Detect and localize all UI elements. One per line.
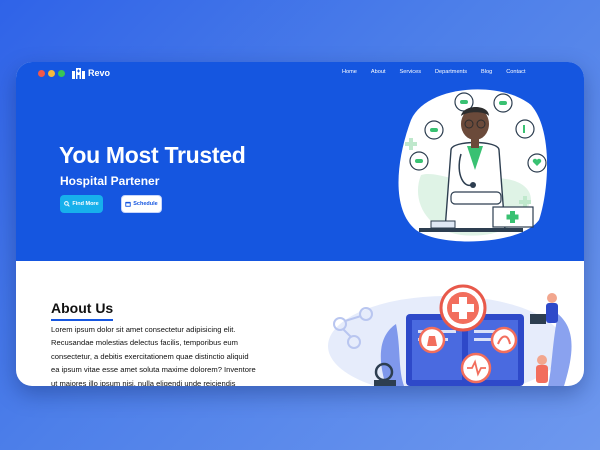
about-line: ea ipsum vitae esse amet soluta maxime d… <box>51 365 256 375</box>
brand-name: Revo <box>88 68 111 78</box>
about-title-underline <box>51 319 113 321</box>
find-more-label: Find More <box>72 201 99 207</box>
about-line: consectetur, a debitis exercitationem qu… <box>51 351 249 361</box>
about-text: Lorem ipsum dolor sit amet consectetur a… <box>51 323 301 386</box>
maximize-dot[interactable] <box>58 70 65 77</box>
brand-logo[interactable]: Revo <box>72 67 110 79</box>
about-line: Recusandae molestias delectus facilis, t… <box>51 338 238 348</box>
hero-subtitle: Hospital Partener <box>60 174 160 188</box>
hospital-building-icon <box>72 68 85 79</box>
nav-about[interactable]: About <box>371 69 386 75</box>
schedule-label: Schedule <box>133 201 158 207</box>
doctor-illustration <box>398 89 548 242</box>
nav-services[interactable]: Services <box>400 69 421 75</box>
about-title: About Us <box>51 300 114 316</box>
find-more-button[interactable]: Find More <box>60 195 103 213</box>
minimize-dot[interactable] <box>48 70 55 77</box>
about-line: ut maiores illo ipsum nisi, nulla eligen… <box>51 378 236 386</box>
nav-departments[interactable]: Departments <box>435 69 467 75</box>
hero-section: Revo Home About Services Departments Blo… <box>16 62 584 261</box>
nav-blog[interactable]: Blog <box>481 69 492 75</box>
window-controls <box>38 70 65 77</box>
close-dot[interactable] <box>38 70 45 77</box>
search-icon <box>64 201 71 207</box>
nav-home[interactable]: Home <box>342 69 357 75</box>
hero-title: You Most Trusted <box>59 142 246 168</box>
browser-window: Revo Home About Services Departments Blo… <box>16 62 584 386</box>
about-line: Lorem ipsum dolor sit amet consectetur a… <box>51 325 236 334</box>
medical-research-illustration <box>328 284 572 386</box>
nav-contact[interactable]: Contact <box>506 69 525 75</box>
calendar-icon <box>125 201 131 207</box>
schedule-button[interactable]: Schedule <box>121 195 162 213</box>
main-nav: Home About Services Departments Blog Con… <box>342 69 526 75</box>
